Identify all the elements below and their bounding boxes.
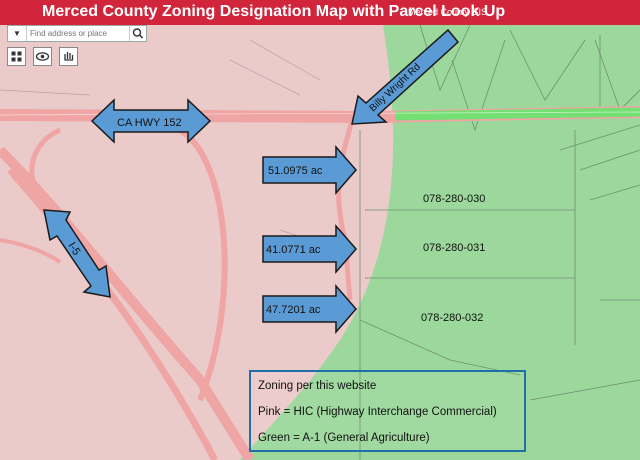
- search-icon: [132, 28, 144, 39]
- hand-icon: [64, 52, 74, 61]
- search-box: ▼: [7, 25, 147, 42]
- label-acre1: 51.0975 ac: [268, 165, 323, 177]
- layer-list-button[interactable]: [33, 47, 52, 66]
- search-input[interactable]: [30, 27, 128, 39]
- label-acre3: 47.7201 ac: [266, 304, 321, 316]
- label-hwy152: CA HWY 152: [117, 117, 182, 129]
- parcel-label-2[interactable]: 078-280-031: [423, 242, 485, 254]
- header-bar: Merced County Zoning Designation Map wit…: [0, 0, 640, 25]
- parcel-label-3[interactable]: 078-280-032: [421, 312, 483, 324]
- search-button[interactable]: [129, 26, 146, 41]
- eye-icon: [35, 52, 50, 61]
- legend-heading: Zoning per this website: [258, 380, 377, 392]
- header-subtitle: Merced County GIS: [408, 7, 488, 17]
- label-acre2: 41.0771 ac: [266, 244, 321, 256]
- measure-button[interactable]: [59, 47, 78, 66]
- parcel-label-1[interactable]: 078-280-030: [423, 193, 485, 205]
- legend-green: Green = A-1 (General Agriculture): [258, 432, 430, 444]
- search-source-dropdown[interactable]: ▼: [8, 26, 27, 41]
- legend-pink: Pink = HIC (Highway Interchange Commerci…: [258, 406, 497, 418]
- grid-icon: [11, 51, 22, 62]
- zoning-legend: Zoning per this website Pink = HIC (High…: [249, 370, 526, 452]
- basemap-gallery-button[interactable]: [7, 47, 26, 66]
